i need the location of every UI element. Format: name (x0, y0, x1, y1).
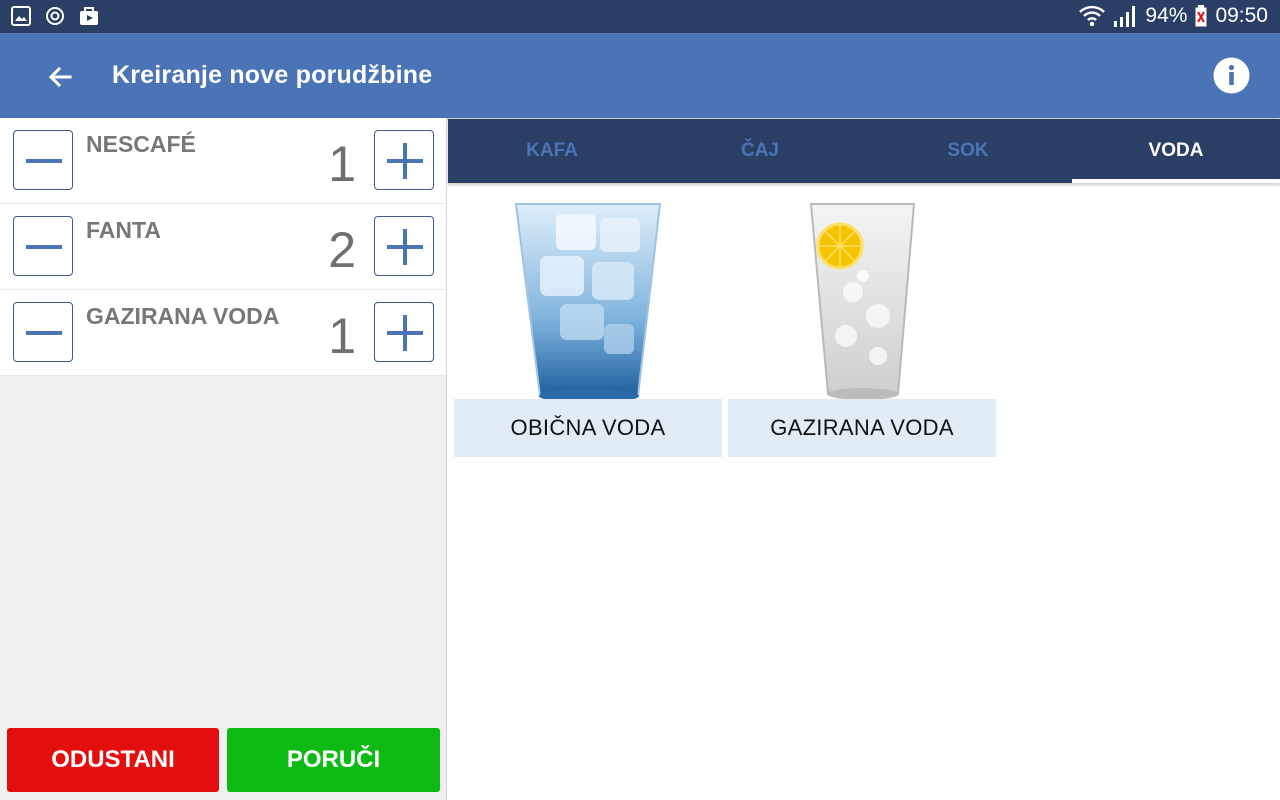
minus-icon (26, 159, 62, 163)
gallery-icon (11, 6, 31, 26)
status-bar: 94% 09:50 (0, 0, 1280, 33)
page-title: Kreiranje nove porudžbine (112, 61, 433, 89)
order-item: GAZIRANA VODA 1 (0, 290, 446, 376)
order-item: FANTA 2 (0, 204, 446, 290)
app-bar: Kreiranje nove porudžbine (0, 33, 1280, 118)
decrease-button[interactable] (13, 130, 73, 190)
minus-icon (26, 331, 62, 335)
plus-icon (387, 229, 423, 265)
glass-sparkling-water-lemon-image (809, 203, 916, 400)
increase-button[interactable] (374, 216, 434, 276)
item-quantity: 2 (328, 222, 356, 278)
item-quantity: 1 (328, 308, 356, 364)
system-status: 94% 09:50 (1079, 4, 1268, 28)
signal-icon (1114, 6, 1136, 27)
notification-icons (10, 5, 100, 27)
decrease-button[interactable] (13, 216, 73, 276)
cancel-button[interactable]: ODUSTANI (7, 728, 219, 792)
plus-icon (387, 315, 423, 351)
product-card[interactable]: GAZIRANA VODA (728, 196, 996, 457)
product-label: GAZIRANA VODA (728, 399, 996, 457)
tab-voda[interactable]: VODA (1072, 119, 1280, 183)
arrow-left-icon[interactable] (44, 61, 76, 93)
place-order-button[interactable]: PORUČI (227, 728, 440, 792)
product-label: OBIČNA VODA (454, 399, 722, 457)
category-tabs: KAFA ČAJ SOK VODA (448, 119, 1280, 183)
order-item: NESCAFÉ 1 (0, 118, 446, 204)
order-panel: NESCAFÉ 1 FANTA 2 GAZIRANA VODA 1 ODUSTA… (0, 118, 447, 800)
wifi-icon (1079, 5, 1106, 27)
item-name: GAZIRANA VODA (86, 303, 280, 329)
minus-icon (26, 245, 62, 249)
glass-water-ice-image (514, 203, 662, 403)
decrease-button[interactable] (13, 302, 73, 362)
plus-icon (387, 143, 423, 179)
item-name: NESCAFÉ (86, 131, 196, 157)
increase-button[interactable] (374, 130, 434, 190)
item-quantity: 1 (328, 136, 356, 192)
product-card[interactable]: OBIČNA VODA (454, 196, 722, 457)
battery-icon (1195, 5, 1207, 27)
sync-icon (46, 7, 64, 25)
tab-sok[interactable]: SOK (864, 119, 1072, 183)
item-name: FANTA (86, 217, 161, 243)
tab-caj[interactable]: ČAJ (656, 119, 864, 183)
clock: 09:50 (1215, 4, 1268, 27)
order-list: NESCAFÉ 1 FANTA 2 GAZIRANA VODA 1 (0, 118, 446, 376)
shopping-bag-icon (80, 7, 98, 25)
battery-percent: 94% (1145, 4, 1188, 27)
info-icon[interactable] (1213, 57, 1250, 94)
increase-button[interactable] (374, 302, 434, 362)
tab-kafa[interactable]: KAFA (448, 119, 656, 183)
